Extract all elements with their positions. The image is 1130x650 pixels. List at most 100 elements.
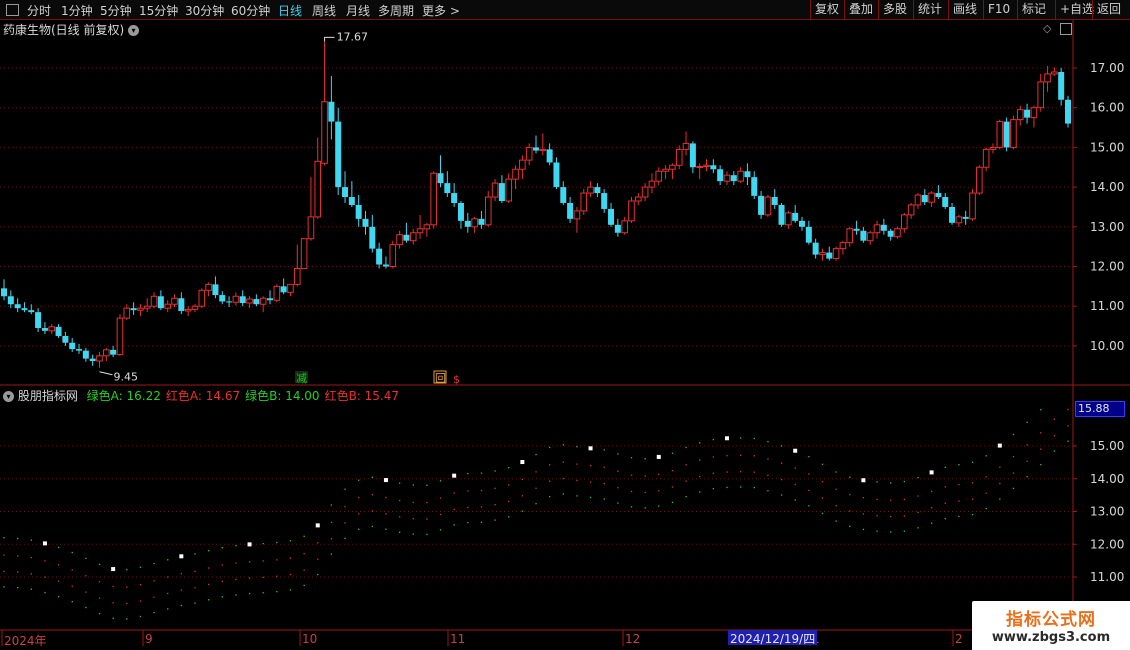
indicator-dot (344, 537, 346, 540)
indicator-marker (656, 454, 661, 459)
indicator-dot (3, 586, 5, 588)
indicator-dot (289, 557, 292, 559)
indicator-dot (985, 476, 987, 478)
indicator-dot (30, 556, 32, 559)
indicator-dot (467, 490, 469, 492)
candle-up (491, 182, 499, 198)
candle-down (41, 328, 48, 331)
indicator-dot (890, 531, 892, 533)
candle-up (696, 165, 703, 168)
candle-up (96, 355, 103, 362)
candle-up (171, 297, 178, 305)
indicator-dot (371, 510, 374, 512)
candle-up (641, 186, 649, 198)
indicator-dot (712, 456, 715, 458)
candle-up (648, 180, 656, 188)
indicator-dot (958, 515, 960, 518)
indicator-dot (262, 592, 264, 594)
indicator-dot (412, 518, 414, 520)
indicator-dot (671, 469, 674, 472)
indicator-dot (17, 537, 19, 540)
indicator-dot (767, 458, 769, 460)
indicator-tick-label: 14.00 (1090, 472, 1124, 486)
indicator-marker (315, 523, 320, 528)
indicator-dot (371, 494, 374, 496)
indicator-dot (671, 452, 674, 454)
indicator-dot (467, 506, 469, 508)
indicator-dot (57, 580, 60, 582)
indicator-dot (289, 589, 292, 591)
indicator-dot (699, 442, 701, 444)
indicator-dot (780, 478, 783, 481)
indicator-dot (194, 602, 196, 604)
candlestick-chart[interactable]: 17.00 16.00 15.00 14.00 13.00 12.00 11.00 10.00… (0, 0, 1130, 650)
indicator-dot (917, 527, 919, 529)
candle-up (587, 186, 594, 194)
indicator-dot (767, 440, 769, 443)
indicator-dot (439, 497, 442, 499)
indicator-dot (262, 576, 264, 579)
candle-up (1037, 81, 1045, 109)
indicator-dot (617, 470, 619, 472)
indicator-dot (576, 479, 578, 482)
indicator-dot (1053, 435, 1056, 437)
candle-down (178, 298, 185, 311)
indicator-dot (112, 585, 114, 588)
indicator-dot (549, 446, 551, 449)
indicator-dot (849, 525, 851, 528)
watermark-logo: 指标公式网 www.zbgs3.com (972, 601, 1130, 650)
indicator-dot (371, 476, 374, 478)
candle-up (314, 160, 322, 218)
indicator-dot (562, 444, 564, 446)
price-tick-label: 17.00 (1090, 61, 1124, 75)
indicator-dot (740, 486, 742, 488)
indicator-dot (644, 458, 646, 460)
candle-up (300, 238, 308, 269)
candle-down (601, 193, 608, 209)
low-label: 9.45 (113, 371, 138, 384)
indicator-dot (248, 577, 251, 579)
indicator-menu-icon[interactable]: ▾ (3, 391, 14, 402)
indicator-dot (644, 475, 646, 477)
candle-down (1024, 109, 1031, 118)
indicator-dot (862, 528, 865, 531)
indicator-dot (71, 585, 73, 587)
indicator-dot (930, 522, 933, 524)
indicator-dot (603, 449, 605, 451)
candle-down (799, 220, 805, 227)
candle-up (519, 159, 526, 170)
candle-down (157, 296, 164, 309)
candle-down (594, 187, 601, 194)
candle-up (996, 121, 1004, 148)
indicator-dot (535, 453, 537, 456)
indicator-dot (1067, 408, 1069, 411)
indicator-dot (371, 525, 374, 528)
candle-down (369, 226, 376, 249)
candle-down (1065, 99, 1071, 124)
indicator-dot (849, 510, 851, 512)
candle-down (403, 234, 410, 241)
indicator-dot (439, 513, 442, 516)
indicator-dot (644, 491, 646, 494)
x-label-4: 12 (625, 632, 641, 646)
indicator-dot (153, 562, 155, 565)
candle-down (546, 149, 553, 163)
candle-up (832, 248, 840, 260)
indicator-dot (685, 446, 687, 449)
indicator-dot (767, 474, 769, 477)
indicator-dot (508, 516, 510, 518)
indicator-dot (535, 487, 537, 489)
candle-up (764, 196, 772, 216)
indicator-dot (794, 499, 796, 501)
indicator-dot (330, 521, 333, 524)
indicator-dot (835, 471, 837, 473)
indicator-dot (180, 589, 183, 591)
indicator-dot (521, 478, 524, 481)
indicator-dot (194, 587, 196, 589)
indicator-dot (740, 471, 742, 473)
indicator-value-2: 绿色B: 14.00 (245, 389, 320, 403)
indicator-dot (235, 578, 237, 581)
indicator-dot (494, 470, 496, 472)
candle-up (669, 164, 676, 170)
indicator-dot (426, 484, 428, 486)
